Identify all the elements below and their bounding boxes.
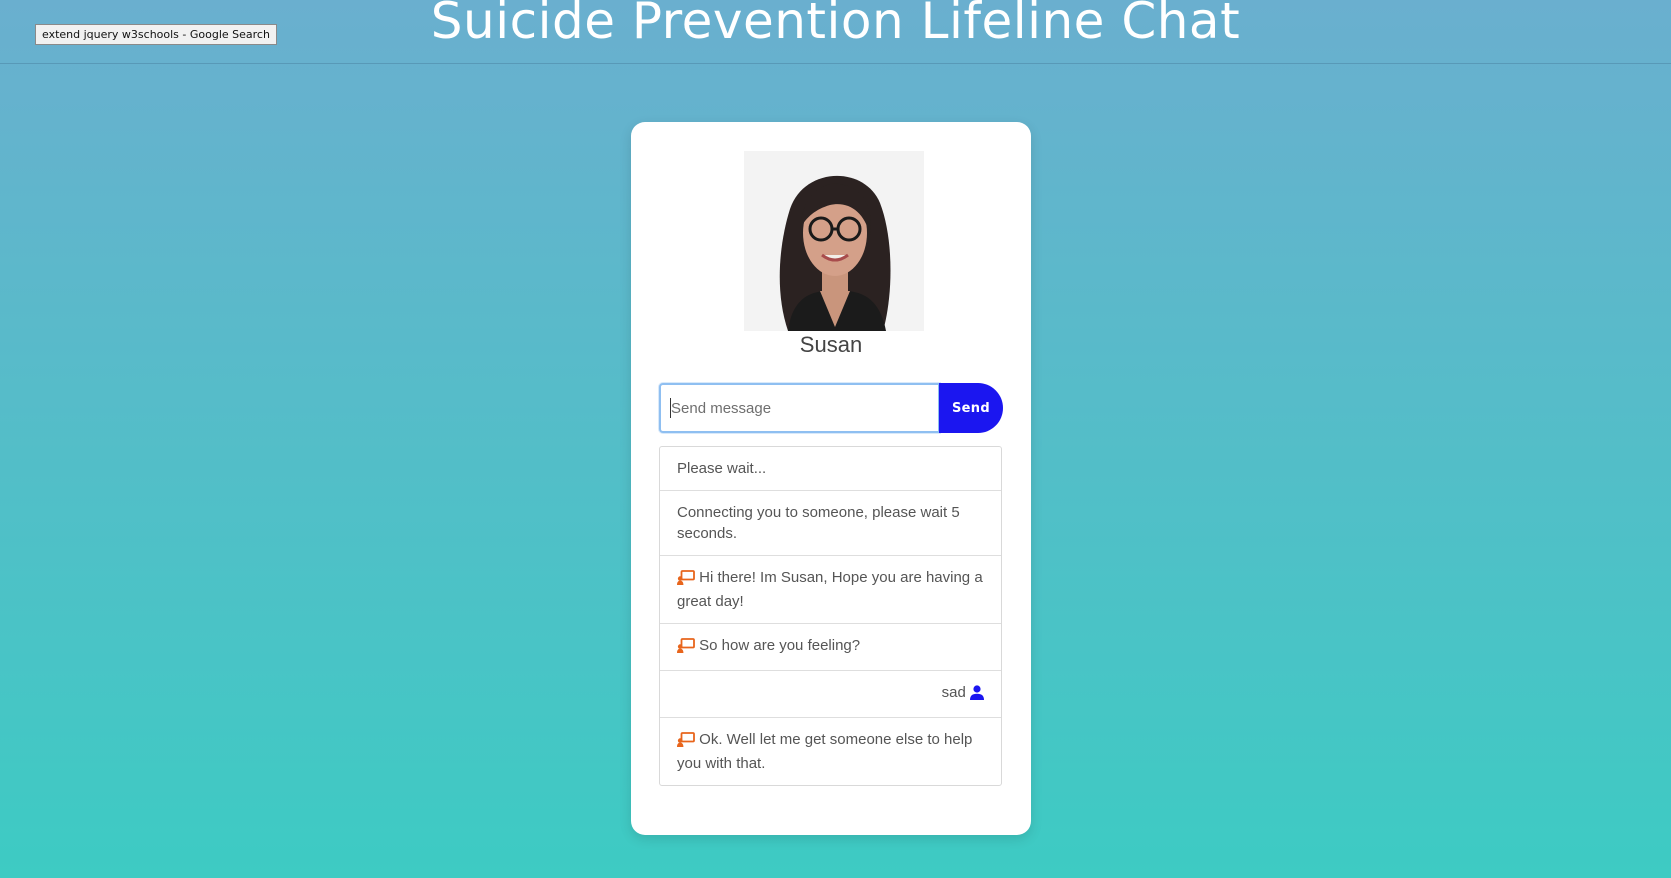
- chat-bubble-icon: [677, 638, 695, 659]
- message-text: Ok. Well let me get someone else to help…: [677, 731, 973, 772]
- message-text: Please wait...: [677, 460, 767, 477]
- message-text: Hi there! Im Susan, Hope you are having …: [677, 569, 983, 610]
- message-item: Please wait...: [660, 447, 1001, 491]
- text-caret: [670, 398, 671, 418]
- chat-card: Susan Send Please wait... Connecting you…: [631, 122, 1031, 835]
- message-text: Connecting you to someone, please wait 5…: [677, 504, 960, 542]
- message-composer: Send: [659, 383, 1003, 433]
- message-input[interactable]: [659, 383, 940, 433]
- message-text: sad: [941, 684, 966, 701]
- browser-tooltip: extend jquery w3schools - Google Search: [35, 24, 277, 45]
- message-text: So how are you feeling?: [699, 637, 861, 654]
- message-item: Hi there! Im Susan, Hope you are having …: [660, 556, 1001, 624]
- message-item: So how are you feeling?: [660, 624, 1001, 671]
- user-icon: [970, 685, 984, 706]
- message-item: sad: [660, 671, 1001, 718]
- send-button[interactable]: Send: [939, 383, 1003, 433]
- message-item: Connecting you to someone, please wait 5…: [660, 491, 1001, 556]
- agent-name: Susan: [799, 332, 863, 357]
- message-list: Please wait... Connecting you to someone…: [659, 446, 1002, 786]
- chat-bubble-icon: [677, 732, 695, 753]
- chat-bubble-icon: [677, 570, 695, 591]
- agent-photo: [744, 151, 924, 331]
- agent-avatar: [744, 151, 924, 331]
- message-item: Ok. Well let me get someone else to help…: [660, 718, 1001, 785]
